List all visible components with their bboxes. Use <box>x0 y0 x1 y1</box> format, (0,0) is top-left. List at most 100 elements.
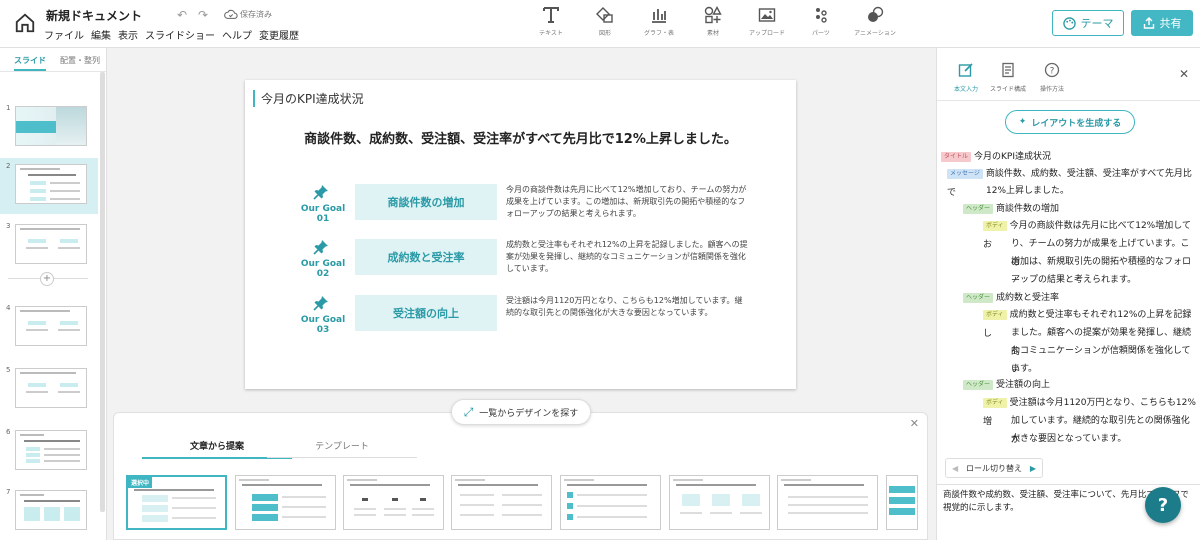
slide-thumb-3[interactable]: 3 <box>0 218 98 274</box>
menu-history[interactable]: 変更履歴 <box>259 27 299 42</box>
add-slide-button[interactable]: + <box>40 272 54 286</box>
outline-message[interactable]: メッセージ 商談件数、成約数、受注額、受注率がすべて先月比で <box>947 165 1197 203</box>
pushpin-icon <box>313 240 328 255</box>
text-icon <box>543 7 559 23</box>
design-option-2[interactable] <box>235 475 336 530</box>
menu-help[interactable]: ヘルプ <box>222 27 252 42</box>
tab-arrange[interactable]: 配置・整列 <box>60 48 100 71</box>
tab-template[interactable]: テンプレート <box>267 439 417 458</box>
tool-parts[interactable]: パーツ <box>794 6 848 37</box>
parts-icon <box>816 8 827 23</box>
pushpin-icon <box>313 296 328 311</box>
menu-slideshow[interactable]: スライドショー <box>145 27 215 42</box>
design-option-4[interactable] <box>451 475 552 530</box>
tool-animation[interactable]: アニメーション <box>848 6 902 37</box>
outline-header-3[interactable]: ヘッダー 受注額の向上 <box>963 376 1050 395</box>
tab-slides[interactable]: スライド <box>14 48 46 71</box>
slide-thumb-1[interactable]: 1 <box>0 100 98 156</box>
slide-thumb-4[interactable]: 4 <box>0 300 98 356</box>
slide-thumb-image <box>15 368 87 408</box>
role-tag: ボディ <box>983 398 1007 408</box>
sparkle-icon: ✦ <box>1018 117 1027 127</box>
tool-upload[interactable]: アップロード <box>740 6 794 37</box>
share-button[interactable]: 共有 <box>1131 10 1193 36</box>
role-tag: ボディ <box>983 221 1007 231</box>
sidebar-tabs: スライド 配置・整列 <box>0 48 106 72</box>
help-button[interactable]: ? <box>1145 487 1181 523</box>
goal-block-2[interactable]: Our Goal 02 成約数と受注率 成約数と受注率もそれぞれ12%の上昇を記… <box>293 239 763 279</box>
palette-icon <box>1062 16 1076 30</box>
svg-text:?: ? <box>1050 67 1055 77</box>
slide-canvas[interactable]: 今月のKPI達成状況 商談件数、成約数、受注額、受注率がすべて先月比で12%上昇… <box>245 80 796 389</box>
goal-heading[interactable]: 受注額の向上 <box>355 295 497 331</box>
slide-title[interactable]: 今月のKPI達成状況 <box>253 90 364 107</box>
role-tag: ヘッダー <box>963 293 994 303</box>
outline-body-line[interactable]: なコミュニケーションが信頼関係を強化してい <box>1011 342 1197 380</box>
slide-thumb-5[interactable]: 5 <box>0 362 98 418</box>
sidebar-scrollbar[interactable] <box>100 72 105 512</box>
slide-thumb-6[interactable]: 6 <box>0 424 98 480</box>
tool-material[interactable]: 素材 <box>686 6 740 37</box>
chart-icon <box>652 9 666 23</box>
goal-body[interactable]: 今月の商談件数は先月に比べて12%増加しており、チームの努力が成果を上げています… <box>506 184 750 220</box>
app-header: 新規ドキュメント ファイル 編集 表示 スライドショー ヘルプ 変更履歴 ↶ ↷… <box>0 0 1200 48</box>
outline-message-line[interactable]: 12%上昇しました。 <box>986 182 1069 201</box>
undo-icon[interactable]: ↶ <box>177 8 187 22</box>
design-option-1[interactable]: 選択中 <box>126 475 227 530</box>
outline-body-line[interactable]: アップの結果と考えられます。 <box>1011 271 1136 290</box>
design-option-3[interactable] <box>343 475 444 530</box>
question-icon: ? <box>1044 62 1060 78</box>
design-option-8[interactable] <box>886 475 918 530</box>
close-icon[interactable]: ✕ <box>1179 67 1189 81</box>
menu-edit[interactable]: 編集 <box>91 27 111 42</box>
slide-thumb-7[interactable]: 7 <box>0 484 98 540</box>
menu-file[interactable]: ファイル <box>44 27 84 42</box>
shape-icon <box>596 7 613 23</box>
design-option-6[interactable] <box>669 475 770 530</box>
cloud-saved-icon <box>224 9 238 19</box>
tool-slide-structure[interactable]: スライド構成 <box>983 62 1033 93</box>
slide-message[interactable]: 商談件数、成約数、受注額、受注率がすべて先月比で12%上昇しました。 <box>245 128 796 147</box>
pushpin-icon <box>313 185 328 200</box>
goal-body[interactable]: 成約数と受注率もそれぞれ12%の上昇を記録しました。顧客への提案が効果を発揮し、… <box>506 239 750 275</box>
slide-thumb-2[interactable]: 2 <box>0 158 98 214</box>
role-switch-label: ロール切り替え <box>966 463 1022 473</box>
chevron-right-icon[interactable]: ▶ <box>1030 464 1036 473</box>
goal-body[interactable]: 受注額は今月1120万円となり、こちらも12%増加しています。継続的な取引先との… <box>506 295 750 319</box>
role-tag: ヘッダー <box>963 204 994 214</box>
design-option-5[interactable] <box>560 475 661 530</box>
goal-heading[interactable]: 成約数と受注率 <box>355 239 497 275</box>
goal-block-3[interactable]: Our Goal 03 受注額の向上 受注額は今月1120万円となり、こちらも1… <box>293 295 763 335</box>
saved-status: 保存済み <box>240 10 272 19</box>
tool-chart[interactable]: グラフ・表 <box>632 6 686 37</box>
chevron-left-icon[interactable]: ◀ <box>952 464 958 473</box>
outline-body-line[interactable]: 大きな要因となっています。 <box>1011 430 1126 449</box>
design-option-7[interactable] <box>777 475 878 530</box>
expand-icon: ⤢ <box>463 404 474 419</box>
goal-label: Our Goal 03 <box>300 315 346 335</box>
goal-heading[interactable]: 商談件数の増加 <box>355 184 497 220</box>
role-tag: タイトル <box>941 152 972 162</box>
insert-toolbar: テキスト 図形 グラフ・表 素材 アップロード パーツ アニメーション <box>524 6 902 37</box>
role-switch-button[interactable]: ◀ ロール切り替え ▶ <box>945 458 1043 478</box>
share-icon <box>1143 17 1154 29</box>
role-tag: メッセージ <box>947 169 983 179</box>
tool-shape[interactable]: 図形 <box>578 6 632 37</box>
generate-layout-button[interactable]: ✦ レイアウトを生成する <box>1005 110 1135 134</box>
home-icon[interactable] <box>14 12 36 34</box>
goal-label: Our Goal 02 <box>300 259 346 279</box>
tool-text[interactable]: テキスト <box>524 6 578 37</box>
material-icon <box>704 6 722 24</box>
goal-block-1[interactable]: Our Goal 01 商談件数の増加 今月の商談件数は先月に比べて12%増加し… <box>293 184 763 224</box>
close-icon[interactable]: ✕ <box>910 417 919 430</box>
redo-icon[interactable]: ↷ <box>198 8 208 22</box>
document-title[interactable]: 新規ドキュメント <box>46 7 142 24</box>
browse-designs-button[interactable]: ⤢ 一覧からデザインを探す <box>451 399 591 425</box>
menu-view[interactable]: 表示 <box>118 27 138 42</box>
role-tag: ボディ <box>983 310 1007 320</box>
question-icon: ? <box>1157 494 1169 516</box>
tool-how-to[interactable]: ? 操作方法 <box>1027 62 1077 93</box>
image-upload-icon <box>758 8 776 22</box>
theme-button[interactable]: テーマ <box>1052 10 1124 36</box>
role-tag: ヘッダー <box>963 380 994 390</box>
